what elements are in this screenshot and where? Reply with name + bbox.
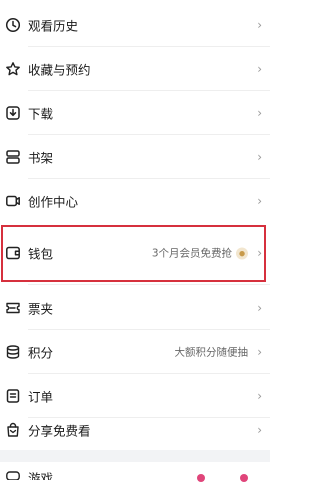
chevron-right-icon: › [257, 106, 262, 120]
chevron-right-icon: › [257, 345, 262, 359]
chevron-right-icon: › [257, 150, 262, 164]
menu-item-label: 收藏与预约 [28, 62, 91, 78]
download-icon [5, 105, 21, 121]
menu-item-wallet[interactable]: 钱包 3个月会员免费抢 ● › [0, 231, 270, 275]
menu-item-download[interactable]: 下载 › [0, 91, 270, 135]
chevron-right-icon: › [257, 423, 262, 437]
menu-item-label: 观看历史 [28, 18, 79, 34]
menu-item-label: 订单 [28, 389, 54, 405]
ticket-icon [5, 300, 21, 316]
menu-item-creator-center[interactable]: 创作中心 › [0, 179, 270, 223]
coin-icon: ● [236, 247, 248, 259]
menu-item-label: 书架 [28, 150, 54, 166]
clock-icon [5, 17, 21, 33]
menu-item-tickets[interactable]: 票夹 › [0, 286, 270, 330]
menu-item-games[interactable]: 游戏 [0, 462, 270, 480]
bookshelf-icon [5, 149, 21, 165]
notification-dot [197, 474, 205, 482]
menu-item-history[interactable]: 观看历史 › [0, 3, 270, 47]
order-icon [5, 388, 21, 404]
menu-item-label: 下载 [28, 106, 54, 122]
chevron-right-icon: › [257, 194, 262, 208]
chevron-right-icon: › [257, 246, 262, 260]
chevron-right-icon: › [257, 62, 262, 76]
divider [28, 284, 270, 285]
section-gap [0, 450, 270, 462]
menu-item-label: 分享免费看 [28, 423, 91, 439]
menu-item-label: 创作中心 [28, 194, 79, 210]
notification-dot [240, 474, 248, 482]
gamepad-icon [5, 468, 21, 480]
menu-item-label: 钱包 [28, 246, 54, 262]
chevron-right-icon: › [257, 301, 262, 315]
wallet-icon [5, 245, 21, 261]
chevron-right-icon: › [257, 18, 262, 32]
star-icon [5, 61, 21, 77]
promo-text: 大额积分随便抽 [175, 345, 249, 360]
promo-label: 大额积分随便抽 [174, 346, 249, 359]
promo-label: 3个月会员免费抢 [151, 247, 232, 260]
camera-icon [5, 193, 21, 209]
database-icon [5, 344, 21, 360]
menu-item-label: 积分 [28, 345, 54, 361]
chevron-right-icon: › [257, 389, 262, 403]
menu-item-points[interactable]: 积分 大额积分随便抽 › [0, 330, 270, 374]
menu-item-share[interactable]: 分享免费看 › [0, 408, 270, 452]
promo-text: 3个月会员免费抢 ● [152, 246, 248, 261]
menu-item-bookshelf[interactable]: 书架 › [0, 135, 270, 179]
menu-item-label: 游戏 [28, 471, 54, 480]
gift-bag-icon [5, 422, 21, 438]
menu-item-label: 票夹 [28, 301, 54, 317]
menu-item-favorites[interactable]: 收藏与预约 › [0, 47, 270, 91]
